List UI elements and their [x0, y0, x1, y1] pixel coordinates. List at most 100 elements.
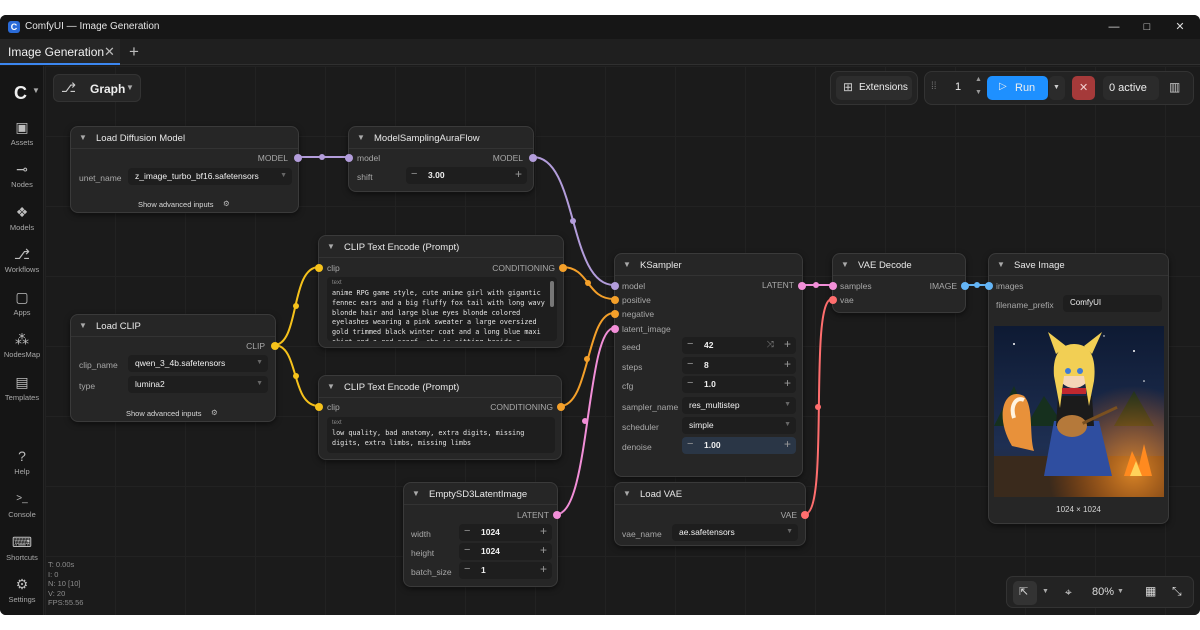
input-socket-negative[interactable]	[611, 310, 619, 318]
plus-icon[interactable]: +	[784, 437, 791, 451]
minus-icon[interactable]: −	[411, 168, 417, 180]
chevron-down-icon[interactable]: ▼	[1042, 588, 1049, 595]
output-socket-latent[interactable]	[553, 511, 561, 519]
chevron-down-icon[interactable]: ▼	[1117, 588, 1124, 595]
node-load-vae[interactable]: ▼ Load VAE VAE vae_name ae.safetensors ▼	[614, 482, 809, 546]
plus-icon[interactable]: +	[540, 543, 547, 557]
node-header[interactable]: ▼ KSampler	[615, 254, 802, 276]
collapse-icon[interactable]: ▼	[79, 133, 87, 142]
node-vae-decode[interactable]: ▼ VAE Decode samples vae IMAGE	[829, 253, 969, 313]
sampler-name-select[interactable]: res_multistep ▼	[682, 397, 796, 414]
output-socket-model[interactable]	[529, 154, 537, 162]
batch-size-stepper[interactable]: − 1 +	[459, 562, 552, 579]
plus-icon[interactable]: +	[784, 376, 791, 390]
sampler-name-value: res_multistep	[689, 400, 740, 410]
plus-icon[interactable]: +	[540, 562, 547, 576]
collapse-icon[interactable]: ▼	[327, 382, 335, 391]
input-socket-samples[interactable]	[829, 282, 837, 290]
prompt-textarea[interactable]: text low quality, bad anatomy, extra dig…	[327, 417, 555, 453]
hide-links-icon[interactable]: ⤡	[1172, 584, 1182, 599]
minus-icon[interactable]: −	[687, 338, 693, 350]
randomize-icon[interactable]: ⤨	[767, 339, 774, 350]
plus-icon[interactable]: +	[540, 524, 547, 538]
minus-icon[interactable]: −	[464, 563, 470, 575]
type-select[interactable]: lumina2 ▼	[128, 376, 268, 393]
node-header[interactable]: ▼ EmptySD3LatentImage	[404, 483, 557, 505]
plus-icon[interactable]: +	[784, 357, 791, 371]
node-ksampler[interactable]: ▼ KSampler LATENT model positive negativ…	[611, 253, 806, 477]
widget-label-batch-size: batch_size	[411, 567, 452, 577]
input-socket-latent-image[interactable]	[611, 325, 619, 333]
input-label-latent-image: latent_image	[622, 324, 671, 334]
collapse-icon[interactable]: ▼	[841, 260, 849, 269]
vae-name-select[interactable]: ae.safetensors ▼	[672, 524, 798, 541]
show-advanced-link[interactable]: Show advanced inputs	[126, 409, 201, 418]
steps-stepper[interactable]: − 8 +	[682, 357, 796, 374]
collapse-icon[interactable]: ▼	[79, 321, 87, 330]
filename-prefix-input[interactable]: ComfyUI	[1063, 295, 1162, 312]
node-empty-sd3-latent-image[interactable]: ▼ EmptySD3LatentImage LATENT width − 102…	[403, 482, 561, 587]
minus-icon[interactable]: −	[464, 525, 470, 537]
fit-view-icon[interactable]: ⌖	[1065, 585, 1072, 600]
plus-icon[interactable]: +	[784, 337, 791, 351]
input-socket-images[interactable]	[985, 282, 993, 290]
textarea-scrollbar[interactable]	[550, 281, 554, 307]
node-header[interactable]: ▼ CLIP Text Encode (Prompt)	[319, 236, 563, 258]
node-clip-text-encode-positive[interactable]: ▼ CLIP Text Encode (Prompt) clip CONDITI…	[315, 235, 567, 348]
width-stepper[interactable]: − 1024 +	[459, 524, 552, 541]
collapse-icon[interactable]: ▼	[327, 242, 335, 251]
minus-icon[interactable]: −	[687, 438, 693, 450]
collapse-icon[interactable]: ▼	[997, 260, 1005, 269]
node-load-clip[interactable]: ▼ Load CLIP CLIP clip_name qwen_3_4b.saf…	[70, 314, 279, 422]
shift-stepper[interactable]: − 3.00 +	[406, 167, 527, 184]
collapse-icon[interactable]: ▼	[357, 133, 365, 142]
collapse-icon[interactable]: ▼	[623, 260, 631, 269]
cfg-stepper[interactable]: − 1.0 +	[682, 376, 796, 393]
output-socket-vae[interactable]	[801, 511, 809, 519]
output-socket-model[interactable]	[294, 154, 302, 162]
output-socket-image[interactable]	[961, 282, 969, 290]
node-header[interactable]: ▼ VAE Decode	[833, 254, 965, 276]
generated-image-preview[interactable]	[994, 326, 1164, 497]
node-header[interactable]: ▼ CLIP Text Encode (Prompt)	[319, 376, 561, 398]
node-header[interactable]: ▼ ModelSamplingAuraFlow	[349, 127, 533, 149]
show-advanced-link[interactable]: Show advanced inputs	[138, 200, 213, 209]
collapse-icon[interactable]: ▼	[412, 489, 420, 498]
height-stepper[interactable]: − 1024 +	[459, 543, 552, 560]
input-label-vae: vae	[840, 295, 854, 305]
output-socket-latent[interactable]	[798, 282, 806, 290]
output-socket-conditioning[interactable]	[557, 403, 565, 411]
minimap-icon[interactable]: ▦	[1145, 584, 1156, 598]
node-load-diffusion-model[interactable]: ▼ Load Diffusion Model MODEL unet_name z…	[70, 126, 302, 213]
scheduler-select[interactable]: simple ▼	[682, 417, 796, 434]
node-clip-text-encode-negative[interactable]: ▼ CLIP Text Encode (Prompt) clip CONDITI…	[315, 375, 565, 460]
input-socket-clip[interactable]	[315, 264, 323, 272]
input-label-positive: positive	[622, 295, 651, 305]
node-model-sampling-auraflow[interactable]: ▼ ModelSamplingAuraFlow model MODEL shif…	[345, 126, 537, 192]
output-socket-clip[interactable]	[271, 342, 279, 350]
collapse-icon[interactable]: ▼	[623, 489, 631, 498]
seed-stepper[interactable]: − 42 ⤨ +	[682, 337, 796, 354]
minus-icon[interactable]: −	[687, 377, 693, 389]
input-socket-model[interactable]	[611, 282, 619, 290]
input-socket-positive[interactable]	[611, 296, 619, 304]
denoise-slider[interactable]: − 1.00 +	[682, 437, 796, 454]
plus-icon[interactable]: +	[515, 167, 522, 181]
unet-name-select[interactable]: z_image_turbo_bf16.safetensors ▼	[128, 168, 292, 185]
input-socket-model[interactable]	[345, 154, 353, 162]
zoom-level[interactable]: 80%	[1092, 586, 1114, 598]
minus-icon[interactable]: −	[687, 358, 693, 370]
select-tool-button[interactable]: ⇱	[1013, 581, 1037, 605]
clip-name-select[interactable]: qwen_3_4b.safetensors ▼	[128, 355, 268, 372]
input-socket-clip[interactable]	[315, 403, 323, 411]
input-socket-vae[interactable]	[829, 296, 837, 304]
prompt-textarea[interactable]: text anime RPG game style, cute anime gi…	[327, 277, 557, 341]
minus-icon[interactable]: −	[464, 544, 470, 556]
node-save-image[interactable]: ▼ Save Image images filename_prefix Comf…	[985, 253, 1169, 524]
node-header[interactable]: ▼ Load VAE	[615, 483, 805, 505]
output-socket-conditioning[interactable]	[559, 264, 567, 272]
node-header[interactable]: ▼ Load Diffusion Model	[71, 127, 298, 149]
node-header[interactable]: ▼ Load CLIP	[71, 315, 275, 337]
node-header[interactable]: ▼ Save Image	[989, 254, 1168, 276]
textarea-label: text	[332, 420, 342, 426]
